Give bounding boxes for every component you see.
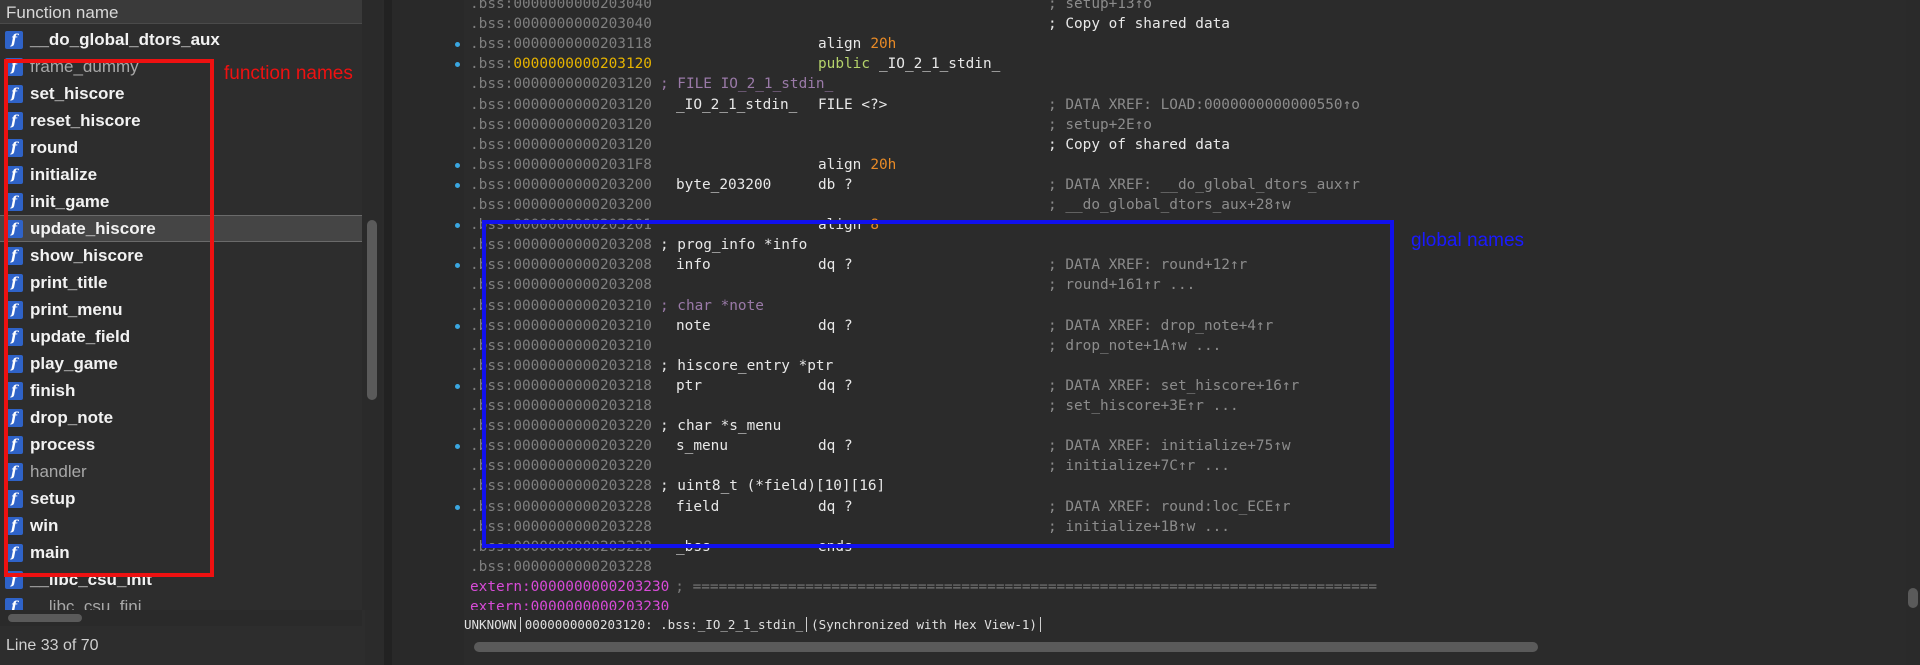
- disasm-line[interactable]: .bss:0000000000203120 public _IO_2_1_stdin…: [470, 54, 1900, 74]
- disasm-gutter: [392, 0, 464, 665]
- disasm-line[interactable]: .bss:0000000000203120 ; FILE IO_2_1_stdin…: [470, 74, 1900, 94]
- line-address: .bss:00000000002031F8: [470, 157, 652, 173]
- disasm-vscroll-thumb[interactable]: [1908, 588, 1918, 608]
- function-name-column-header[interactable]: Function name: [0, 0, 362, 24]
- disasm-line[interactable]: .bss:0000000000203228: [470, 557, 1900, 577]
- function-icon: f: [5, 597, 23, 610]
- disasm-hscrollbar[interactable]: [472, 640, 1542, 654]
- status-location: 0000000000203120: .bss:_IO_2_1_stdin_: [524, 617, 808, 632]
- disasm-hscroll-thumb[interactable]: [474, 642, 1538, 652]
- disasm-vscrollbar[interactable]: [1906, 0, 1920, 665]
- line-address: .bss:: [470, 56, 514, 72]
- function-names-annotation: function names: [224, 63, 353, 84]
- line-comment: ; DATA XREF: LOAD:0000000000000550↑o: [1048, 97, 1360, 113]
- line-label[interactable]: _IO_2_1_stdin_: [676, 95, 797, 115]
- function-list-vscrollbar[interactable]: [362, 0, 382, 610]
- line-address: .bss:0000000000203200: [470, 197, 652, 213]
- function-name-label: __libc_csu_fini: [30, 596, 142, 611]
- status-sync: (Synchronized with Hex View-1): [811, 617, 1041, 632]
- line-mnemonic: align: [818, 157, 862, 173]
- disasm-line[interactable]: .bss:0000000000203200 ; __do_global_dtors…: [470, 195, 1900, 215]
- function-list-hscroll-thumb[interactable]: [8, 614, 82, 622]
- line-address: .bss:0000000000203120: [470, 76, 652, 92]
- function-names-highlight-box: [4, 59, 214, 577]
- status-mode: UNKNOWN: [464, 617, 521, 632]
- line-address: .bss:0000000000203200: [470, 177, 652, 193]
- line-type-comment: ; ======================================…: [675, 579, 1378, 595]
- disasm-line[interactable]: .bss:0000000000203200 byte_203200 db ? ; DA…: [470, 175, 1900, 195]
- function-name-label: __do_global_dtors_aux: [30, 29, 220, 49]
- function-list-vscroll-thumb[interactable]: [367, 220, 377, 400]
- breakpoint-dot[interactable]: [455, 505, 460, 510]
- breakpoint-dot[interactable]: [455, 183, 460, 188]
- disasm-line[interactable]: .bss:0000000000203118 align 20h: [470, 34, 1900, 54]
- line-operand: 20h: [870, 157, 897, 173]
- function-list-item[interactable]: f __do_global_dtors_aux: [0, 26, 362, 53]
- line-mnemonic: FILE <?>: [818, 97, 888, 113]
- line-instruction: align 20h: [818, 155, 896, 175]
- line-comment: ; Copy of shared data: [1048, 137, 1230, 153]
- disasm-line[interactable]: .bss:0000000000203120 ; setup+2E↑o: [470, 115, 1900, 135]
- disasm-line[interactable]: .bss:0000000000203040 ; Copy of shared da…: [470, 14, 1900, 34]
- line-operand: 20h: [870, 36, 897, 52]
- line-address: .bss:0000000000203120: [470, 137, 652, 153]
- disasm-line[interactable]: .bss:0000000000203040 ; setup+13↑o: [470, 0, 1900, 14]
- breakpoint-dot[interactable]: [455, 163, 460, 168]
- disasm-line[interactable]: .bss:0000000000203120 _IO_2_1_stdin_ FILE …: [470, 95, 1900, 115]
- line-comment: ; setup+2E↑o: [1048, 117, 1152, 133]
- function-list-status: Line 33 of 70: [6, 637, 99, 654]
- line-address: .bss:0000000000203118: [470, 36, 652, 52]
- line-label[interactable]: byte_203200: [676, 175, 771, 195]
- line-comment: ; __do_global_dtors_aux+28↑w: [1048, 197, 1291, 213]
- line-mnemonic: db ?: [818, 177, 853, 193]
- line-address: extern:0000000000203230: [470, 579, 670, 595]
- line-address: .bss:0000000000203040: [470, 16, 652, 32]
- line-address: .bss:0000000000203120: [470, 97, 652, 113]
- disasm-statusbar: UNKNOWN 0000000000203120: .bss:_IO_2_1_st…: [464, 614, 1906, 636]
- breakpoint-dot[interactable]: [455, 263, 460, 268]
- disasm-line[interactable]: .bss:0000000000203120 ; Copy of shared da…: [470, 135, 1900, 155]
- function-icon: f: [5, 30, 23, 49]
- line-comment: ; setup+13↑o: [1048, 0, 1152, 12]
- global-names-highlight-box: [482, 220, 1394, 548]
- breakpoint-dot[interactable]: [455, 444, 460, 449]
- line-address: .bss:0000000000203228: [470, 559, 652, 575]
- line-comment: ; DATA XREF: __do_global_dtors_aux↑r: [1048, 177, 1360, 193]
- breakpoint-dot[interactable]: [455, 223, 460, 228]
- line-address: .bss:0000000000203040: [470, 0, 652, 12]
- line-address: extern:0000000000203230: [470, 599, 670, 610]
- line-comment: ; Copy of shared data: [1048, 16, 1230, 32]
- disasm-line[interactable]: extern:0000000000203230 ; ===============…: [470, 577, 1900, 597]
- disasm-line[interactable]: .bss:00000000002031F8 align 20h: [470, 155, 1900, 175]
- breakpoint-dot[interactable]: [455, 42, 460, 47]
- line-instruction: FILE <?>: [818, 95, 887, 115]
- line-instruction: db ?: [818, 175, 853, 195]
- pane-splitter[interactable]: [384, 0, 392, 665]
- line-mnemonic: public: [818, 56, 870, 72]
- line-operand[interactable]: _IO_2_1_stdin_: [879, 56, 1000, 72]
- breakpoint-dot[interactable]: [455, 384, 460, 389]
- line-instruction: align 20h: [818, 34, 896, 54]
- global-names-annotation: global names: [1411, 230, 1525, 251]
- line-mnemonic: align: [818, 36, 862, 52]
- line-address: .bss:0000000000203120: [470, 117, 652, 133]
- line-type-comment: ; FILE IO_2_1_stdin_: [659, 76, 834, 92]
- disasm-line[interactable]: extern:0000000000203230: [470, 597, 1900, 610]
- line-address-highlight: 0000000000203120: [513, 56, 652, 72]
- function-list-hscrollbar[interactable]: [0, 610, 362, 626]
- breakpoint-dot[interactable]: [455, 324, 460, 329]
- function-list-item[interactable]: f __libc_csu_fini: [0, 593, 362, 610]
- line-instruction: public _IO_2_1_stdin_: [818, 54, 1000, 74]
- breakpoint-dot[interactable]: [455, 62, 460, 67]
